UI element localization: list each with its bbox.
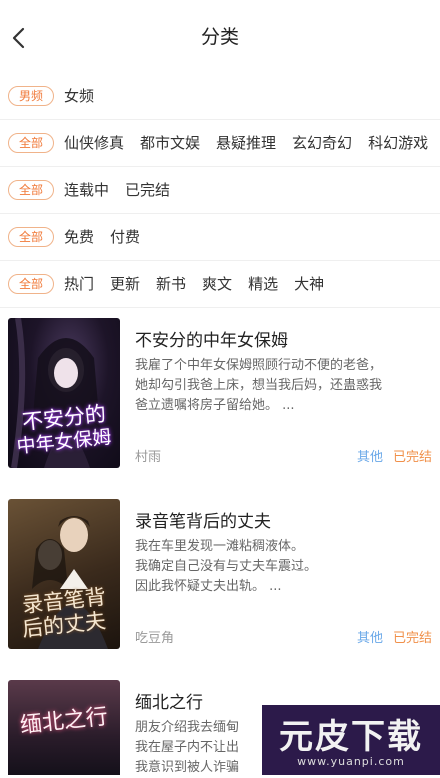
watermark-logo-text: 元皮下载 — [279, 717, 423, 757]
filter-option[interactable]: 大神 — [294, 273, 324, 294]
book-item[interactable]: 录音笔背 后的丈夫 录音笔背后的丈夫 我在车里发现一滩粘稠液体。 我确定自己没有… — [0, 499, 440, 659]
filter-pill-selected[interactable]: 全部 — [8, 226, 54, 247]
filter-pill-selected[interactable]: 男频 — [8, 85, 54, 106]
filter-option[interactable]: 已完结 — [125, 179, 170, 200]
filter-row-status: 全部 连载中 已完结 — [0, 166, 440, 214]
top-bar: 分类 — [0, 0, 440, 76]
book-status-tag: 已完结 — [393, 631, 433, 646]
filter-row-price: 全部 免费 付费 — [0, 213, 440, 261]
book-description: 我雇了个中年女保姆照顾行动不便的老爸， 她却勾引我爸上床，想当我后妈，还蛊惑我 … — [135, 356, 435, 416]
filter-pill-selected[interactable]: 全部 — [8, 179, 54, 200]
book-status-tag: 已完结 — [393, 450, 433, 465]
book-cover[interactable]: 缅北之行 — [8, 680, 120, 775]
book-author: 村雨 — [135, 450, 162, 465]
filter-row-genre: 全部 仙侠修真 都市文娱 悬疑推理 玄幻奇幻 科幻游戏 — [0, 119, 440, 167]
filter-option[interactable]: 爽文 — [202, 273, 232, 294]
watermark-url: www.yuanpi.com — [297, 755, 405, 768]
filter-option[interactable]: 女频 — [64, 85, 94, 106]
filter-option[interactable]: 都市文娱 — [140, 132, 200, 153]
book-item[interactable]: 不安分的 中年女保姆 不安分的中年女保姆 我雇了个中年女保姆照顾行动不便的老爸，… — [0, 318, 440, 478]
book-author: 吃豆角 — [135, 631, 175, 646]
description-line: 因此我怀疑丈夫出轨。 ... — [135, 579, 282, 594]
filter-option[interactable]: 连载中 — [64, 179, 109, 200]
description-line: 我雇了个中年女保姆照顾行动不便的老爸， — [135, 358, 383, 373]
filter-option[interactable]: 新书 — [156, 273, 186, 294]
filter-option[interactable]: 玄幻奇幻 — [292, 132, 352, 153]
filter-row-channel: 男频 女频 — [0, 72, 440, 120]
filter-option[interactable]: 科幻游戏 — [368, 132, 428, 153]
filter-option[interactable]: 精选 — [248, 273, 278, 294]
description-line: 我确定自己没有与丈夫车震过。 — [135, 559, 318, 574]
watermark-logo: 元皮下载 www.yuanpi.com — [262, 705, 440, 775]
filter-option[interactable]: 仙侠修真 — [64, 132, 124, 153]
cover-title-line: 缅北之行 — [18, 704, 110, 739]
description-line: 我在车里发现一滩粘稠液体。 — [135, 539, 305, 554]
filter-option[interactable]: 热门 — [64, 273, 94, 294]
filter-row-sort: 全部 热门 更新 新书 爽文 精选 大神 — [0, 260, 440, 308]
book-genre-tag: 其他 — [357, 631, 384, 646]
book-title[interactable]: 缅北之行 — [135, 688, 203, 713]
filter-option[interactable]: 更新 — [110, 273, 140, 294]
filter-option[interactable]: 付费 — [110, 226, 140, 247]
book-cover[interactable]: 录音笔背 后的丈夫 — [8, 499, 120, 649]
book-description: 我在车里发现一滩粘稠液体。 我确定自己没有与丈夫车震过。 因此我怀疑丈夫出轨。 … — [135, 537, 435, 597]
filter-option[interactable]: 悬疑推理 — [216, 132, 276, 153]
book-title[interactable]: 录音笔背后的丈夫 — [135, 507, 271, 532]
book-title[interactable]: 不安分的中年女保姆 — [135, 326, 288, 351]
book-genre-tag: 其他 — [357, 450, 384, 465]
page-title: 分类 — [200, 26, 239, 48]
filter-pill-selected[interactable]: 全部 — [8, 132, 54, 153]
filter-pill-selected[interactable]: 全部 — [8, 273, 54, 294]
description-line: 爸立遗嘱将房子留给她。 ... — [135, 398, 295, 413]
filter-option[interactable]: 免费 — [64, 226, 94, 247]
book-cover[interactable]: 不安分的 中年女保姆 — [8, 318, 120, 468]
description-line: 她却勾引我爸上床，想当我后妈，还蛊惑我 — [135, 378, 383, 393]
